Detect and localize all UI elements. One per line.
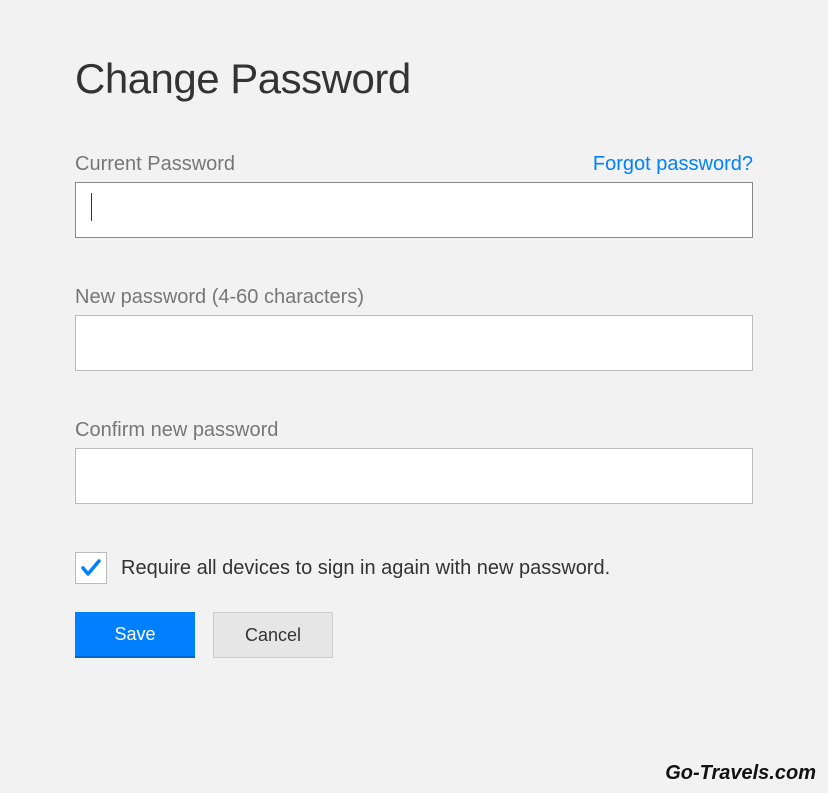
change-password-form: Change Password Current Password Forgot … <box>0 0 828 698</box>
text-cursor <box>91 193 92 221</box>
current-password-group: Current Password Forgot password? <box>75 153 753 238</box>
new-password-input[interactable] <box>75 315 753 371</box>
require-signin-checkbox[interactable] <box>75 552 107 584</box>
require-signin-label: Require all devices to sign in again wit… <box>121 557 610 580</box>
current-password-label-row: Current Password Forgot password? <box>75 153 753 176</box>
confirm-password-group: Confirm new password <box>75 419 753 504</box>
confirm-password-label: Confirm new password <box>75 419 278 442</box>
confirm-password-input[interactable] <box>75 448 753 504</box>
current-password-input[interactable] <box>75 182 753 238</box>
watermark: Go-Travels.com <box>665 762 816 785</box>
new-password-label-row: New password (4-60 characters) <box>75 286 753 309</box>
button-row: Save Cancel <box>75 612 753 658</box>
checkmark-icon <box>79 556 103 580</box>
new-password-label: New password (4-60 characters) <box>75 286 364 309</box>
save-button[interactable]: Save <box>75 612 195 658</box>
cancel-button[interactable]: Cancel <box>213 612 333 658</box>
confirm-password-label-row: Confirm new password <box>75 419 753 442</box>
new-password-group: New password (4-60 characters) <box>75 286 753 371</box>
page-title: Change Password <box>75 55 753 103</box>
current-password-label: Current Password <box>75 153 235 176</box>
require-signin-row: Require all devices to sign in again wit… <box>75 552 753 584</box>
forgot-password-link[interactable]: Forgot password? <box>593 153 753 176</box>
